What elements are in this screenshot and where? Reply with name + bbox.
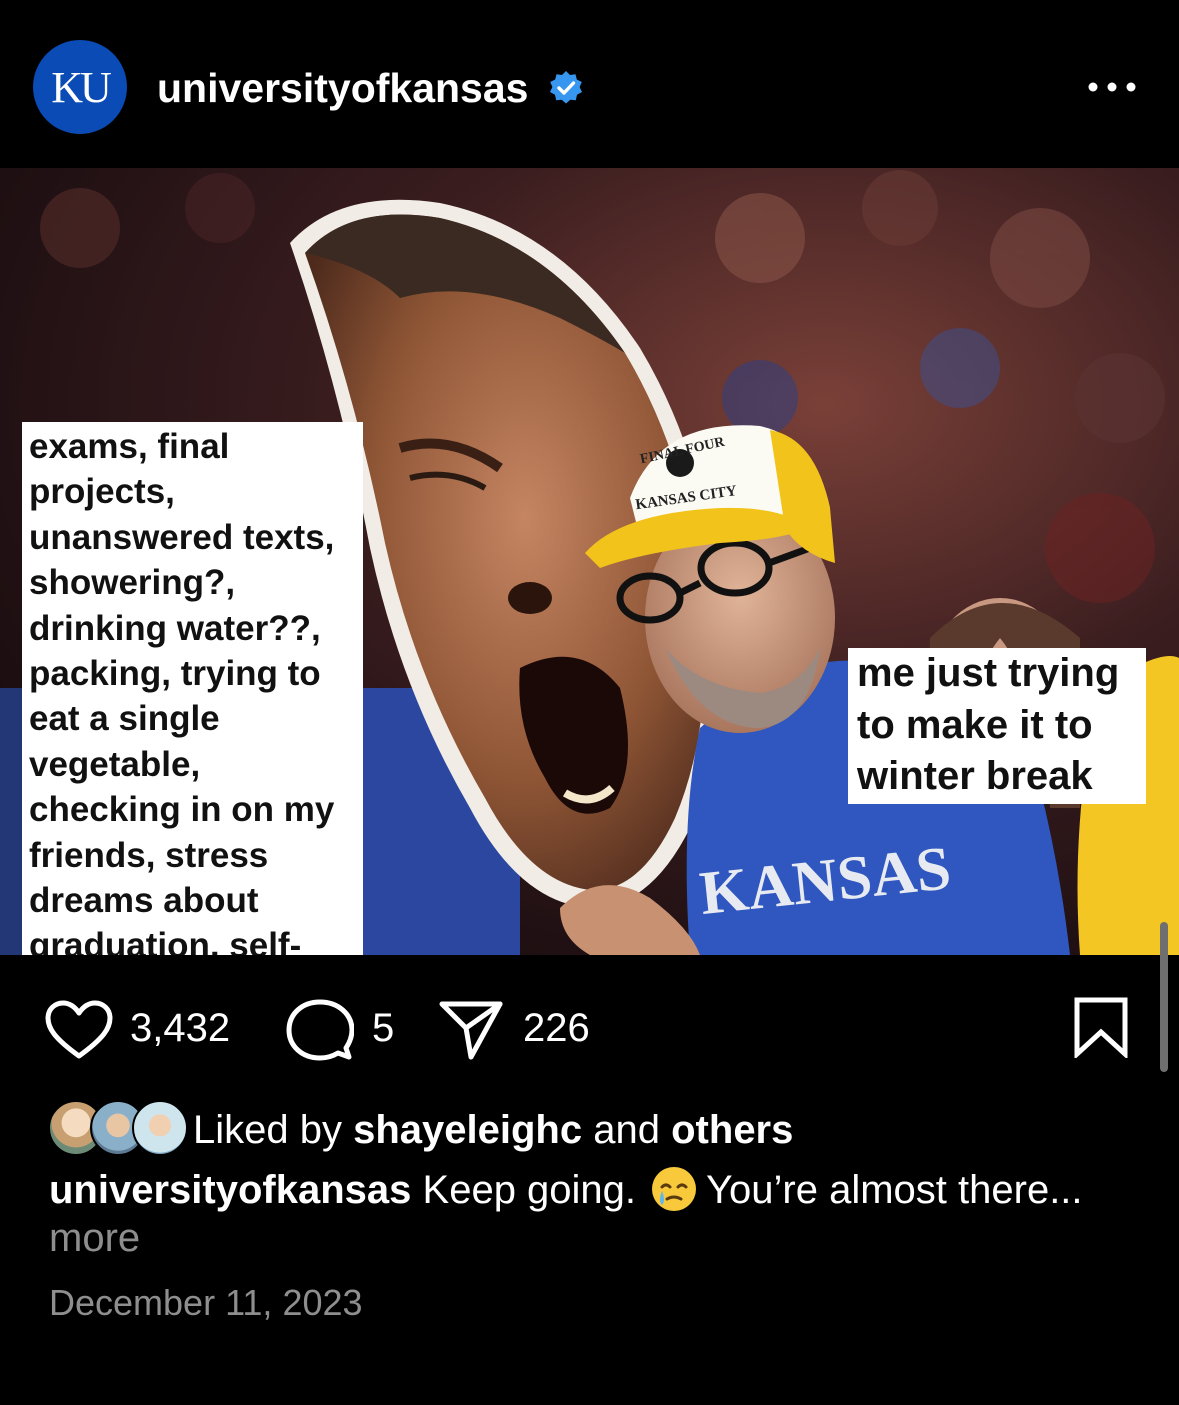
post-caption: universityofkansas Keep going. You’re al… bbox=[49, 1165, 1109, 1262]
caption-username-link[interactable]: universityofkansas bbox=[49, 1168, 411, 1212]
crying-face-emoji-icon bbox=[652, 1167, 697, 1211]
liked-by-connector: and bbox=[593, 1108, 660, 1152]
liked-by-others-link[interactable]: others bbox=[671, 1108, 793, 1152]
like-heart-icon[interactable] bbox=[44, 1000, 114, 1060]
profile-avatar[interactable]: KU bbox=[33, 40, 127, 134]
liked-by-avatars[interactable] bbox=[48, 1100, 188, 1156]
liked-by-text: Liked by shayeleighc and others bbox=[193, 1106, 793, 1154]
liked-by-prefix: Liked by bbox=[193, 1108, 342, 1152]
post-image[interactable]: KANSAS FINAL FOUR KANSAS CITY exams, fin… bbox=[0, 168, 1179, 955]
username-link[interactable]: universityofkansas bbox=[157, 64, 528, 112]
post-header: KU universityofkansas bbox=[0, 0, 1179, 168]
share-count[interactable]: 226 bbox=[523, 1006, 590, 1050]
liked-by-user-link[interactable]: shayeleighc bbox=[353, 1108, 582, 1152]
image-caption-left: exams, final projects, unanswered texts,… bbox=[22, 422, 363, 955]
image-caption-right: me just trying to make it to winter brea… bbox=[848, 648, 1146, 804]
caption-text-a: Keep going. bbox=[422, 1168, 637, 1212]
post-date: December 11, 2023 bbox=[49, 1282, 363, 1323]
caption-text-b: You’re almost there... bbox=[706, 1168, 1083, 1212]
liker-avatar[interactable] bbox=[132, 1100, 188, 1156]
comment-icon[interactable] bbox=[286, 998, 354, 1062]
verified-badge-icon bbox=[550, 71, 582, 104]
scrollbar[interactable] bbox=[1160, 922, 1168, 1072]
more-options-icon[interactable] bbox=[1085, 76, 1139, 98]
share-send-icon[interactable] bbox=[438, 1000, 504, 1060]
caption-more-link[interactable]: more bbox=[49, 1216, 140, 1260]
comment-count[interactable]: 5 bbox=[372, 1006, 394, 1050]
bookmark-icon[interactable] bbox=[1072, 996, 1130, 1058]
like-count[interactable]: 3,432 bbox=[130, 1006, 230, 1050]
